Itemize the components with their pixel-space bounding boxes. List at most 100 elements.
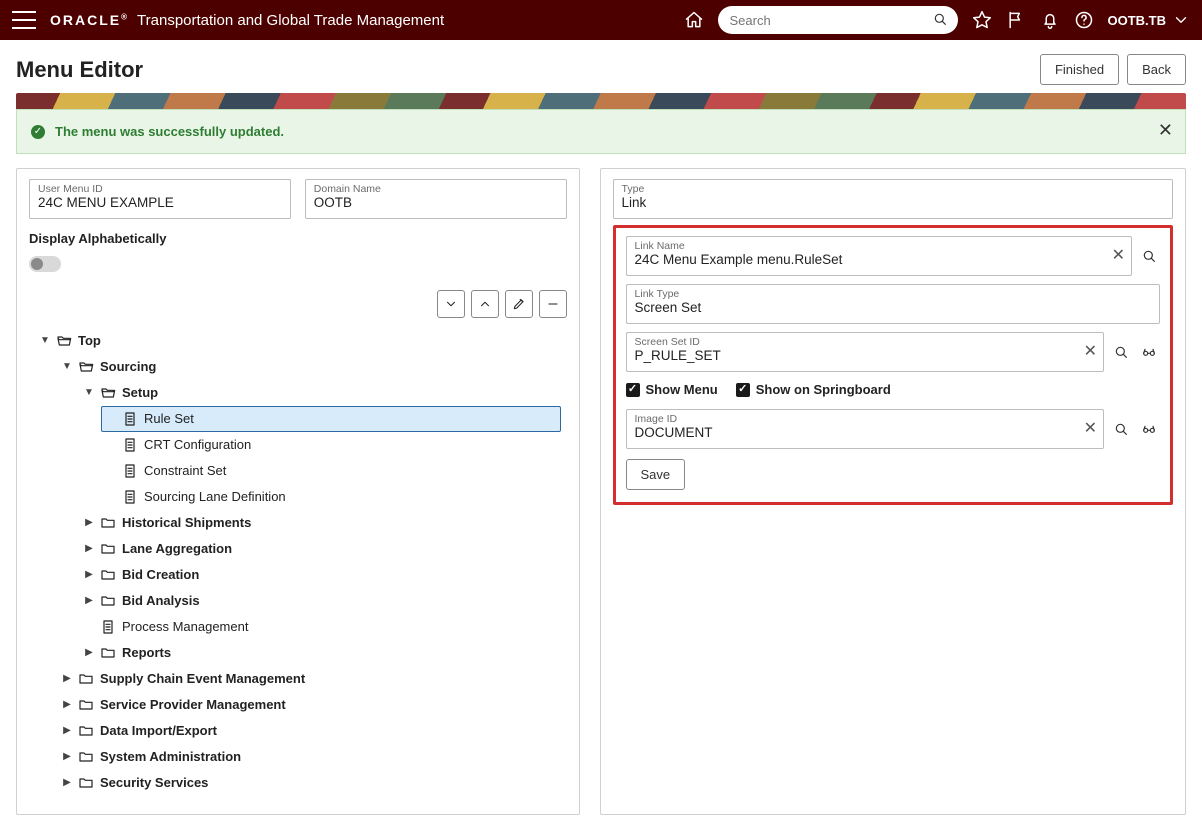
home-icon[interactable]: [684, 10, 704, 30]
field-label: Domain Name: [314, 183, 381, 195]
show-springboard-checkbox[interactable]: ✓ Show on Springboard: [736, 382, 891, 397]
page-header: Menu Editor Finished Back: [0, 40, 1202, 93]
folder-icon: [78, 749, 94, 765]
doc-icon: [122, 437, 138, 453]
field-label: Screen Set ID: [635, 336, 700, 348]
caret-right-icon: ▶: [62, 777, 72, 789]
tree-node-lane-aggregation[interactable]: ▶ Lane Aggregation: [79, 536, 561, 562]
folder-open-icon: [100, 385, 116, 401]
user-menu-id-field: User Menu ID 24C MENU EXAMPLE: [29, 179, 291, 219]
close-icon[interactable]: ✕: [1158, 120, 1173, 141]
alert-message: The menu was successfully updated.: [55, 124, 284, 139]
caret-right-icon: ▶: [62, 699, 72, 711]
move-down-button[interactable]: [437, 290, 465, 318]
folder-icon: [100, 515, 116, 531]
left-panel: User Menu ID 24C MENU EXAMPLE Domain Nam…: [16, 168, 580, 815]
app-name: Transportation and Global Trade Manageme…: [137, 12, 444, 29]
caret-right-icon: ▶: [62, 725, 72, 737]
save-button[interactable]: Save: [626, 459, 686, 490]
checkbox-checked-icon: ✓: [626, 383, 640, 397]
tree-node-supply-chain[interactable]: ▶ Supply Chain Event Management: [57, 666, 561, 692]
screen-set-id-input[interactable]: [635, 348, 1073, 363]
tree-node-system-admin[interactable]: ▶ System Administration: [57, 744, 561, 770]
tree-node-security-services[interactable]: ▶ Security Services: [57, 770, 561, 796]
tree-node-sourcing[interactable]: ▼ Sourcing: [57, 354, 561, 380]
menu-toggle-icon[interactable]: [12, 11, 36, 29]
user-menu[interactable]: OOTB.TB: [1108, 11, 1191, 29]
domain-name-field: Domain Name OOTB: [305, 179, 567, 219]
tree-node-top[interactable]: ▼ Top: [35, 328, 561, 354]
field-value: Screen Set: [635, 300, 1129, 315]
image-id-field[interactable]: Image ID ✕: [626, 409, 1104, 449]
screen-set-id-field[interactable]: Screen Set ID ✕: [626, 332, 1104, 372]
image-id-input[interactable]: [635, 425, 1073, 440]
search-input[interactable]: [728, 12, 924, 29]
finished-button[interactable]: Finished: [1040, 54, 1119, 85]
folder-icon: [100, 593, 116, 609]
field-label: Link Name: [635, 240, 685, 252]
tree-toolbar: [29, 290, 567, 318]
highlighted-form: Link Name ✕ Link Type Screen Set Screen …: [613, 225, 1173, 505]
menu-tree: ▼ Top ▼ Sourcing: [29, 328, 567, 798]
doc-icon: [100, 619, 116, 635]
folder-icon: [100, 567, 116, 583]
folder-icon: [78, 671, 94, 687]
back-button[interactable]: Back: [1127, 54, 1186, 85]
caret-down-icon: ▼: [62, 361, 72, 373]
type-field: Type Link: [613, 179, 1173, 219]
view-icon[interactable]: [1138, 409, 1160, 449]
clear-icon[interactable]: ✕: [1112, 248, 1125, 264]
tree-node-rule-set[interactable]: ▶ Rule Set: [101, 406, 561, 432]
tree-node-preferences[interactable]: ▶ Preferences: [57, 796, 561, 798]
tree-node-bid-analysis[interactable]: ▶ Bid Analysis: [79, 588, 561, 614]
tree-node-setup[interactable]: ▼ Setup: [79, 380, 561, 406]
tree-node-process-management[interactable]: ▶ Process Management: [79, 614, 561, 640]
field-label: Link Type: [635, 288, 680, 300]
notifications-icon[interactable]: [1040, 10, 1060, 30]
field-value: OOTB: [314, 195, 536, 210]
doc-icon: [122, 411, 138, 427]
move-up-button[interactable]: [471, 290, 499, 318]
favorites-icon[interactable]: [972, 10, 992, 30]
display-alpha-label: Display Alphabetically: [29, 231, 567, 246]
folder-open-icon: [78, 359, 94, 375]
tree-node-bid-creation[interactable]: ▶ Bid Creation: [79, 562, 561, 588]
search-icon[interactable]: [1110, 409, 1132, 449]
clear-icon[interactable]: ✕: [1084, 344, 1097, 360]
success-icon: ✓: [31, 125, 45, 139]
link-name-field[interactable]: Link Name ✕: [626, 236, 1132, 276]
tree-node-reports[interactable]: ▶ Reports: [79, 640, 561, 666]
edit-button[interactable]: [505, 290, 533, 318]
link-name-input[interactable]: [635, 252, 1101, 267]
folder-icon: [78, 697, 94, 713]
field-value: Link: [622, 195, 1142, 210]
folder-icon: [100, 541, 116, 557]
tree-node-historical-shipments[interactable]: ▶ Historical Shipments: [79, 510, 561, 536]
caret-down-icon: ▼: [40, 335, 50, 347]
folder-icon: [100, 645, 116, 661]
caret-right-icon: ▶: [84, 543, 94, 555]
global-header: ORACLE® Transportation and Global Trade …: [0, 0, 1202, 40]
folder-open-icon: [56, 333, 72, 349]
caret-down-icon: ▼: [84, 387, 94, 399]
caret-right-icon: ▶: [84, 595, 94, 607]
tree-node-crt-configuration[interactable]: ▶ CRT Configuration: [101, 432, 561, 458]
search-icon[interactable]: [1110, 332, 1132, 372]
display-alpha-toggle[interactable]: [29, 256, 61, 272]
search-icon[interactable]: [1138, 236, 1160, 276]
help-icon[interactable]: [1074, 10, 1094, 30]
flag-icon[interactable]: [1006, 10, 1026, 30]
tree-node-sourcing-lane-definition[interactable]: ▶ Sourcing Lane Definition: [101, 484, 561, 510]
brand-logo: ORACLE®: [50, 12, 127, 28]
success-alert: ✓ The menu was successfully updated. ✕: [16, 109, 1186, 154]
tree-node-service-provider[interactable]: ▶ Service Provider Management: [57, 692, 561, 718]
tree-node-data-import-export[interactable]: ▶ Data Import/Export: [57, 718, 561, 744]
clear-icon[interactable]: ✕: [1084, 421, 1097, 437]
show-menu-checkbox[interactable]: ✓ Show Menu: [626, 382, 718, 397]
global-search[interactable]: [718, 6, 958, 34]
view-icon[interactable]: [1138, 332, 1160, 372]
brand: ORACLE® Transportation and Global Trade …: [50, 12, 444, 29]
remove-button[interactable]: [539, 290, 567, 318]
search-icon[interactable]: [932, 11, 948, 30]
tree-node-constraint-set[interactable]: ▶ Constraint Set: [101, 458, 561, 484]
